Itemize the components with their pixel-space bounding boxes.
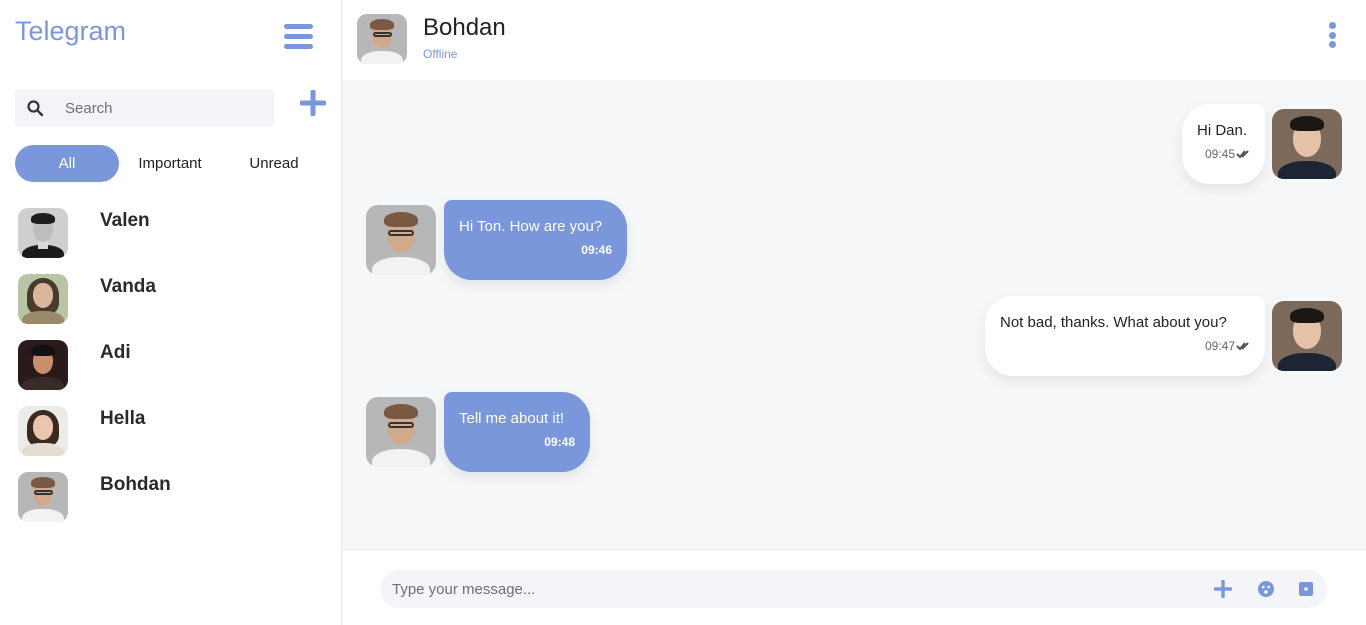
contact-item-bohdan[interactable]: Bohdan	[0, 471, 341, 537]
avatar	[18, 406, 68, 456]
message-bubble: Hi Dan. 09:45	[1182, 104, 1265, 184]
contact-item-adi[interactable]: Adi	[0, 339, 341, 405]
peer-avatar[interactable]	[357, 14, 407, 64]
sidebar: Telegram All Important Unread	[0, 0, 342, 625]
peer-avatar	[366, 205, 436, 275]
avatar	[18, 208, 68, 258]
message-time: 09:46	[581, 243, 612, 257]
search-input[interactable]	[65, 89, 265, 127]
chat-header: Bohdan Offline	[342, 0, 1366, 80]
contact-name: Hella	[100, 408, 146, 429]
double-check-icon	[1236, 150, 1249, 159]
avatar	[18, 340, 68, 390]
message-text: Not bad, thanks. What about you?	[1000, 314, 1227, 331]
contact-name: Valen	[100, 210, 150, 231]
more-options-icon[interactable]	[1329, 22, 1337, 48]
message-bubble: Not bad, thanks. What about you? 09:47	[985, 296, 1265, 376]
contact-name: Vanda	[100, 276, 156, 297]
peer-name: Bohdan	[423, 14, 506, 41]
avatar	[18, 472, 68, 522]
contact-name: Adi	[100, 342, 131, 363]
search-box	[15, 89, 274, 127]
filter-important[interactable]: Important	[121, 145, 219, 182]
my-avatar	[1272, 109, 1342, 179]
message-text: Hi Dan.	[1197, 122, 1248, 139]
double-check-icon	[1236, 342, 1249, 351]
message-bubble: Tell me about it! 09:48	[444, 392, 590, 472]
search-icon	[27, 100, 44, 117]
message-time: 09:45	[1204, 147, 1235, 161]
chat-panel: Bohdan Offline Hi Dan. 09:45 Hi Ton. How…	[342, 0, 1366, 625]
message-text: Tell me about it!	[459, 410, 565, 427]
message-input[interactable]	[392, 570, 1192, 608]
contact-list: Valen Vanda Adi Hella Bohdan	[0, 207, 341, 537]
composer-field	[380, 570, 1327, 608]
hamburger-menu-icon[interactable]	[284, 24, 313, 52]
telegram-app: Telegram All Important Unread	[0, 0, 1366, 625]
emoji-icon[interactable]	[1256, 579, 1276, 599]
contact-item-vanda[interactable]: Vanda	[0, 273, 341, 339]
message-time: 09:48	[544, 435, 575, 449]
contact-item-hella[interactable]: Hella	[0, 405, 341, 471]
filter-unread[interactable]: Unread	[229, 145, 319, 182]
message-time: 09:47	[1204, 339, 1235, 353]
peer-status: Offline	[423, 47, 458, 61]
message-composer	[342, 549, 1366, 625]
brand-title: Telegram	[15, 16, 127, 46]
send-icon[interactable]	[1296, 579, 1316, 599]
avatar	[18, 274, 68, 324]
contact-item-valen[interactable]: Valen	[0, 207, 341, 273]
contact-name: Bohdan	[100, 474, 171, 495]
filter-all[interactable]: All	[15, 145, 119, 182]
plus-icon[interactable]	[300, 90, 326, 116]
my-avatar	[1272, 301, 1342, 371]
message-bubble: Hi Ton. How are you? 09:46	[444, 200, 627, 280]
peer-avatar	[366, 397, 436, 467]
attach-plus-icon[interactable]	[1213, 579, 1233, 599]
message-text: Hi Ton. How are you?	[459, 218, 603, 235]
message-list: Hi Dan. 09:45 Hi Ton. How are you? 09:46…	[342, 80, 1366, 549]
